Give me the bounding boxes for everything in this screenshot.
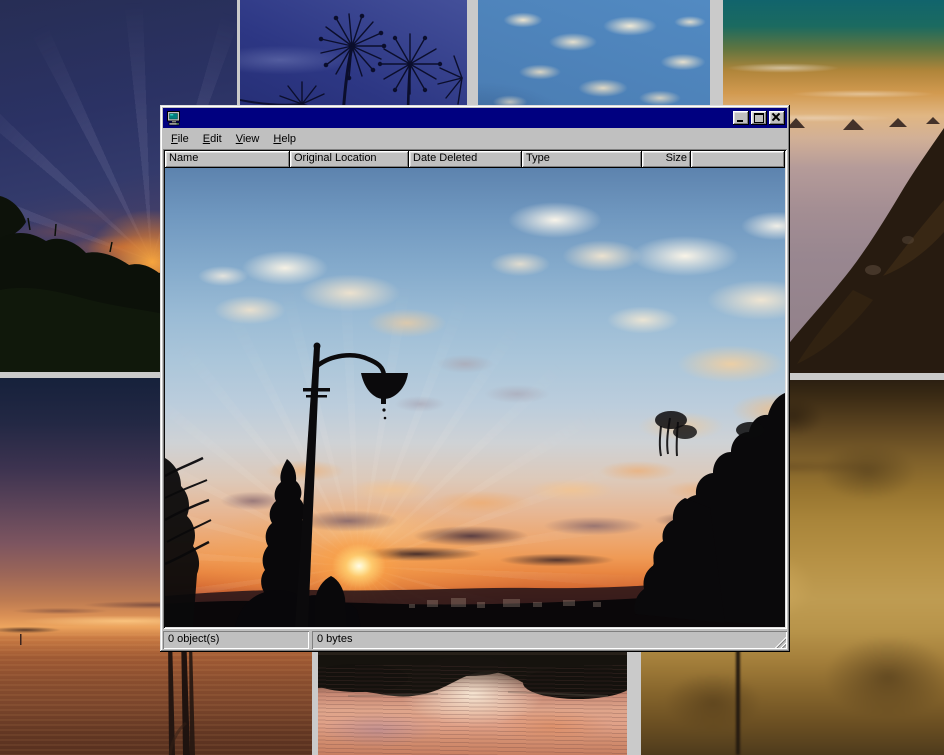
menu-file[interactable]: File: [164, 131, 196, 147]
status-bytes: 0 bytes: [312, 631, 787, 649]
desktop: File Edit View Help Name Original Locati…: [0, 0, 944, 755]
menu-edit[interactable]: Edit: [196, 131, 229, 147]
computer-icon: [166, 110, 182, 126]
maximize-icon[interactable]: [751, 111, 767, 125]
status-objects: 0 object(s): [163, 631, 309, 649]
sunset-lamp-post-photo[interactable]: [165, 168, 785, 627]
menu-view[interactable]: View: [229, 131, 267, 147]
status-bar: 0 object(s) 0 bytes: [163, 631, 787, 649]
pole-silhouette: [736, 648, 740, 755]
list-view-area[interactable]: Name Original Location Date Deleted Type…: [163, 149, 787, 629]
column-header-original-location[interactable]: Original Location: [290, 151, 409, 168]
photo-silhouettes: [165, 168, 785, 627]
column-header-blank[interactable]: [691, 151, 785, 168]
title-bar[interactable]: [163, 108, 787, 128]
column-header-name[interactable]: Name: [165, 151, 290, 168]
close-icon[interactable]: [769, 111, 785, 125]
ripple-lines-layer: [318, 665, 627, 755]
recycle-bin-window: File Edit View Help Name Original Locati…: [160, 105, 790, 652]
column-header-row: Name Original Location Date Deleted Type…: [165, 151, 785, 168]
column-header-type[interactable]: Type: [522, 151, 642, 168]
column-header-date-deleted[interactable]: Date Deleted: [409, 151, 522, 168]
minimize-icon[interactable]: [733, 111, 749, 125]
menu-help[interactable]: Help: [266, 131, 303, 147]
menu-bar: File Edit View Help: [163, 129, 787, 149]
column-header-size[interactable]: Size: [642, 151, 691, 168]
lamp-post-silhouette: [295, 343, 408, 628]
